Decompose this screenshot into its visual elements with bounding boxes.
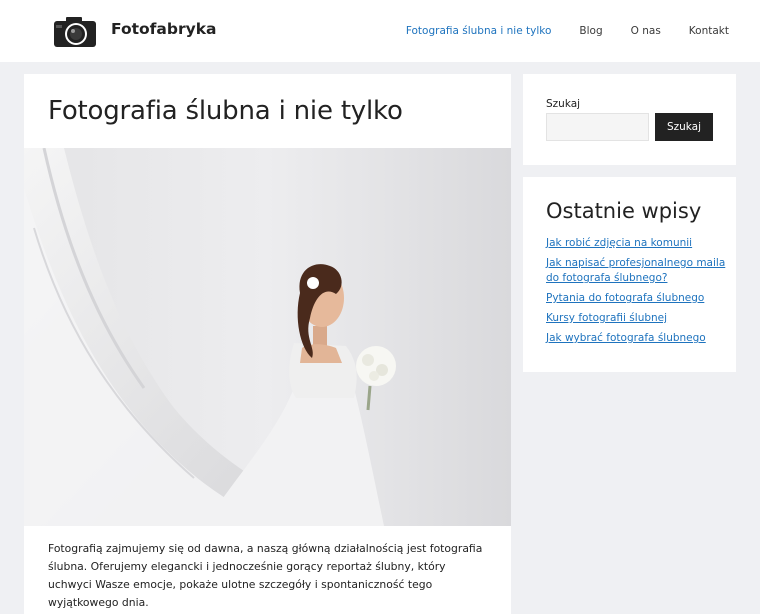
site-header: Fotofabryka Fotografia ślubna i nie tylk…	[0, 0, 760, 62]
recent-post-link[interactable]: Jak wybrać fotografa ślubnego	[546, 332, 706, 344]
list-item: Jak robić zdjęcia na komunii	[546, 236, 726, 251]
list-item: Jak wybrać fotografa ślubnego	[546, 331, 726, 346]
list-item: Kursy fotografii ślubnej	[546, 311, 726, 326]
intro-text: Fotografią zajmujemy się od dawna, a nas…	[48, 542, 483, 609]
search-label: Szukaj	[546, 98, 581, 110]
main-nav: Fotografia ślubna i nie tylko Blog O nas…	[392, 0, 760, 62]
recent-post-link[interactable]: Jak napisać profesjonalnego maila do fot…	[546, 257, 725, 284]
recent-posts-title: Ostatnie wpisy	[546, 199, 702, 223]
hero-image	[24, 148, 511, 526]
list-item: Pytania do fotografa ślubnego	[546, 291, 726, 306]
nav-item-kontakt[interactable]: Kontakt	[675, 0, 760, 62]
page-title: Fotografia ślubna i nie tylko	[48, 96, 403, 126]
nav-item-o-nas[interactable]: O nas	[617, 0, 675, 62]
nav-item-fotografia[interactable]: Fotografia ślubna i nie tylko	[392, 0, 566, 62]
list-item: Jak napisać profesjonalnego maila do fot…	[546, 256, 726, 286]
search-button[interactable]: Szukaj	[655, 113, 713, 141]
site-title[interactable]: Fotofabryka	[111, 20, 216, 38]
camera-icon[interactable]	[52, 14, 98, 50]
recent-posts-list: Jak robić zdjęcia na komunii Jak napisać…	[546, 236, 726, 351]
recent-post-link[interactable]: Kursy fotografii ślubnej	[546, 312, 667, 324]
search-widget: Szukaj Szukaj	[523, 74, 736, 165]
nav-item-blog[interactable]: Blog	[565, 0, 616, 62]
recent-posts-widget: Ostatnie wpisy Jak robić zdjęcia na komu…	[523, 177, 736, 372]
search-input[interactable]	[546, 113, 649, 141]
main-article: Fotografia ślubna i nie tylko Fotografią…	[24, 74, 511, 614]
recent-post-link[interactable]: Jak robić zdjęcia na komunii	[546, 237, 692, 249]
recent-post-link[interactable]: Pytania do fotografa ślubnego	[546, 292, 704, 304]
